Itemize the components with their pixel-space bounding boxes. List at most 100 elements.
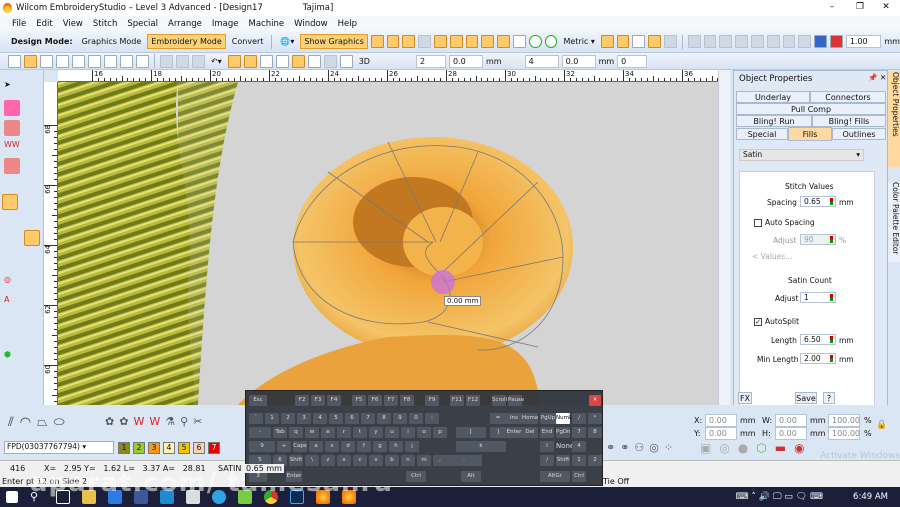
key[interactable]: z xyxy=(321,455,335,466)
key[interactable]: 8 xyxy=(377,413,391,424)
field-2[interactable]: 0.0 xyxy=(448,54,483,68)
key[interactable]: v xyxy=(369,455,383,466)
key[interactable]: q xyxy=(289,427,303,438)
y-input[interactable]: 0.00 xyxy=(705,427,737,440)
stitch-icon[interactable] xyxy=(259,54,273,68)
vertical-scrollbar[interactable] xyxy=(718,70,730,405)
key[interactable]: 2 xyxy=(588,455,602,466)
arrange-icon[interactable] xyxy=(687,35,701,48)
arrange-icon[interactable] xyxy=(798,35,812,48)
color-swatch-7[interactable]: 7 xyxy=(208,442,220,454)
color-swatch-5[interactable]: 5 xyxy=(178,442,190,454)
menu-window[interactable]: Window xyxy=(294,19,328,29)
tab-underlay[interactable]: Underlay xyxy=(736,91,810,103)
field-1[interactable]: 2 xyxy=(415,54,446,68)
copy-icon[interactable] xyxy=(176,54,189,68)
key[interactable]: 9 xyxy=(393,413,407,424)
3d-button[interactable]: 3D xyxy=(356,55,373,68)
key[interactable]: j xyxy=(405,441,419,452)
tab-bling-fills[interactable]: Bling! Fills xyxy=(812,115,886,127)
key[interactable]: Del xyxy=(522,427,538,438)
refresh-icon[interactable] xyxy=(528,35,542,48)
key[interactable]: PgUp xyxy=(540,413,556,424)
zigzag-icon[interactable]: WW xyxy=(4,140,20,156)
preview-icon[interactable] xyxy=(104,54,117,68)
key[interactable]: - xyxy=(425,413,439,424)
key[interactable]: Home xyxy=(522,413,538,424)
key[interactable]: u xyxy=(385,427,399,438)
key[interactable]: 1 xyxy=(265,413,279,424)
key[interactable]: k xyxy=(456,441,506,452)
key[interactable]: Tab xyxy=(273,427,287,438)
key[interactable]: Ins xyxy=(506,413,522,424)
hexagon-icon[interactable]: ⬢ xyxy=(4,350,20,366)
key[interactable]: F2 xyxy=(295,395,309,406)
key[interactable]: F3 xyxy=(311,395,325,406)
color-dot-icon[interactable] xyxy=(830,35,843,48)
key[interactable]: m xyxy=(417,455,431,466)
color-swatch-3[interactable]: 3 xyxy=(148,442,160,454)
arrange-icon[interactable] xyxy=(766,35,780,48)
key[interactable]: p xyxy=(433,427,447,438)
panel-close-icon[interactable]: ✕ xyxy=(880,73,886,82)
key[interactable]: c xyxy=(353,455,367,466)
key[interactable]: t xyxy=(353,427,367,438)
outline-icon[interactable] xyxy=(418,35,432,48)
embroidery-mode-button[interactable]: Embroidery Mode xyxy=(147,34,226,49)
globe-icon[interactable]: 🌐▾ xyxy=(277,35,297,48)
satin-tool-icon[interactable] xyxy=(4,100,20,116)
column-tool-icon[interactable] xyxy=(2,194,18,210)
units-select[interactable]: Metric ▾ xyxy=(560,35,597,48)
stitch-icon[interactable] xyxy=(307,54,321,68)
key[interactable]: 0 xyxy=(409,413,423,424)
key[interactable]: i xyxy=(401,427,415,438)
library-icon[interactable] xyxy=(72,54,85,68)
image-icon[interactable] xyxy=(497,35,511,48)
key[interactable]: Alt xyxy=(461,471,481,482)
view-tools[interactable]: ⚭⚭⚇◎⁘ xyxy=(606,441,678,454)
key[interactable]: 1 xyxy=(572,455,586,466)
shape-tools[interactable]: ⫽◠⏢⬭ xyxy=(8,415,71,430)
key[interactable]: e xyxy=(321,427,335,438)
convert-button[interactable]: Convert xyxy=(229,35,267,48)
text-icon[interactable]: A xyxy=(4,295,20,311)
key[interactable]: F11 xyxy=(450,395,464,406)
tab-fills[interactable]: Fills xyxy=(788,127,832,141)
active-tool-icon[interactable] xyxy=(24,230,40,246)
key[interactable]: n xyxy=(401,455,415,466)
key[interactable]: f xyxy=(357,441,371,452)
menu-special[interactable]: Special xyxy=(127,19,158,29)
key[interactable]: None xyxy=(556,441,574,452)
key[interactable]: Caps xyxy=(293,441,307,452)
help-button[interactable]: ? xyxy=(823,392,835,404)
clock[interactable]: 6:49 AM xyxy=(853,492,888,502)
tab-bling-run[interactable]: Bling! Run xyxy=(736,115,812,127)
auto-spacing-checkbox[interactable] xyxy=(754,219,762,227)
color-swatch-2[interactable]: 2 xyxy=(133,442,145,454)
stitch-effect-tools[interactable]: ✿✿WW⚗⚲✂ xyxy=(105,415,207,428)
h-percent-input[interactable]: 100.00 xyxy=(828,427,860,440)
menu-help[interactable]: Help xyxy=(338,19,357,29)
lock-icon[interactable]: 🔒 xyxy=(876,420,887,430)
stitch-icon[interactable] xyxy=(243,54,257,68)
3d-tools[interactable]: ▣◎●⬡▬◉ xyxy=(700,441,813,455)
run-icon[interactable] xyxy=(434,35,447,48)
key[interactable]: , xyxy=(433,455,447,466)
circle-icon[interactable]: ◎ xyxy=(4,275,20,291)
key[interactable]: Shift xyxy=(556,455,570,466)
key[interactable]: 9 xyxy=(249,441,275,452)
key[interactable]: w xyxy=(305,427,319,438)
keyboard-close-button[interactable]: ✕ xyxy=(589,395,601,406)
w-percent-input[interactable]: 100.00 xyxy=(828,414,860,427)
leaf-icon[interactable] xyxy=(402,35,416,48)
key[interactable]: Ctrl xyxy=(572,471,586,482)
key[interactable]: g xyxy=(373,441,387,452)
key[interactable]: 6 xyxy=(345,413,359,424)
close-button[interactable]: ✕ xyxy=(872,0,900,16)
key[interactable]: Enter xyxy=(506,427,522,438)
key[interactable]: a xyxy=(309,441,323,452)
key[interactable]: l xyxy=(540,441,554,452)
design-canvas[interactable]: 0.00 mm xyxy=(58,82,718,405)
tab-pull-comp[interactable]: Pull Comp xyxy=(736,103,886,115)
new-icon[interactable] xyxy=(8,54,21,68)
